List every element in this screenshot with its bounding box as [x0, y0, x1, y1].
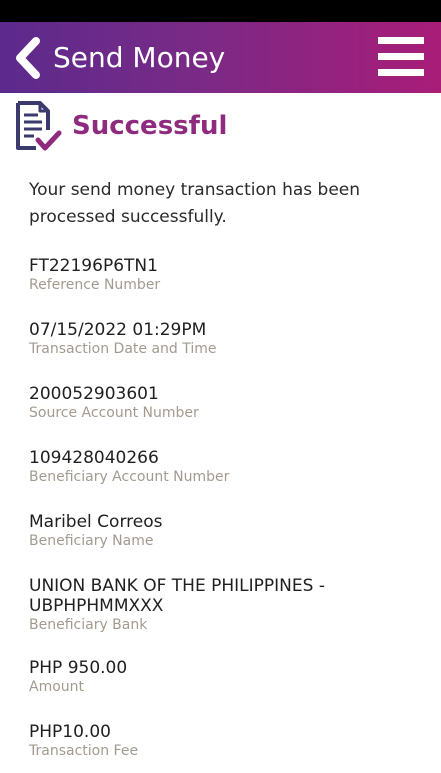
detail-amount: PHP 950.00 Amount [29, 658, 429, 722]
detail-value: 07/15/2022 01:29PM [29, 320, 207, 340]
detail-label: Transaction Date and Time [29, 341, 217, 357]
detail-label: Source Account Number [29, 405, 199, 421]
detail-value: Maribel Correos [29, 512, 163, 532]
system-status-bar [0, 0, 441, 22]
detail-label: Beneficiary Name [29, 533, 154, 549]
detail-value: FT22196P6TN1 [29, 256, 158, 276]
detail-value: PHP10.00 [29, 722, 111, 742]
chevron-left-icon[interactable] [12, 37, 44, 79]
detail-label: Beneficiary Bank [29, 617, 148, 633]
transaction-details: FT22196P6TN1 Reference Number 07/15/2022… [29, 256, 429, 762]
send-money-success-screen: Send Money Successful Your send money tr… [0, 0, 441, 773]
page-title: Send Money [53, 41, 226, 74]
detail-transaction-fee: PHP10.00 Transaction Fee [29, 722, 429, 762]
detail-value: PHP 950.00 [29, 658, 128, 678]
detail-value: UNION BANK OF THE PHILIPPINES - UBPHPHMM… [29, 576, 325, 616]
detail-label: Transaction Fee [29, 743, 139, 759]
success-message: Your send money transaction has been pro… [29, 180, 361, 227]
detail-beneficiary-name: Maribel Correos Beneficiary Name [29, 512, 429, 576]
detail-label: Reference Number [29, 277, 161, 293]
detail-reference-number: FT22196P6TN1 Reference Number [29, 256, 429, 320]
detail-value: 109428040266 [29, 448, 159, 468]
app-header: Send Money [0, 22, 441, 93]
status-title: Successful [72, 111, 228, 141]
receipt-check-icon [16, 101, 62, 151]
detail-value: 200052903601 [29, 384, 159, 404]
detail-transaction-date: 07/15/2022 01:29PM Transaction Date and … [29, 320, 429, 384]
detail-label: Beneficiary Account Number [29, 469, 230, 485]
detail-source-account: 200052903601 Source Account Number [29, 384, 429, 448]
hamburger-menu-icon[interactable] [378, 37, 424, 77]
status-row: Successful [14, 100, 434, 154]
detail-beneficiary-bank: UNION BANK OF THE PHILIPPINES - UBPHPHMM… [29, 576, 429, 658]
detail-beneficiary-account: 109428040266 Beneficiary Account Number [29, 448, 429, 512]
detail-label: Amount [29, 679, 85, 695]
